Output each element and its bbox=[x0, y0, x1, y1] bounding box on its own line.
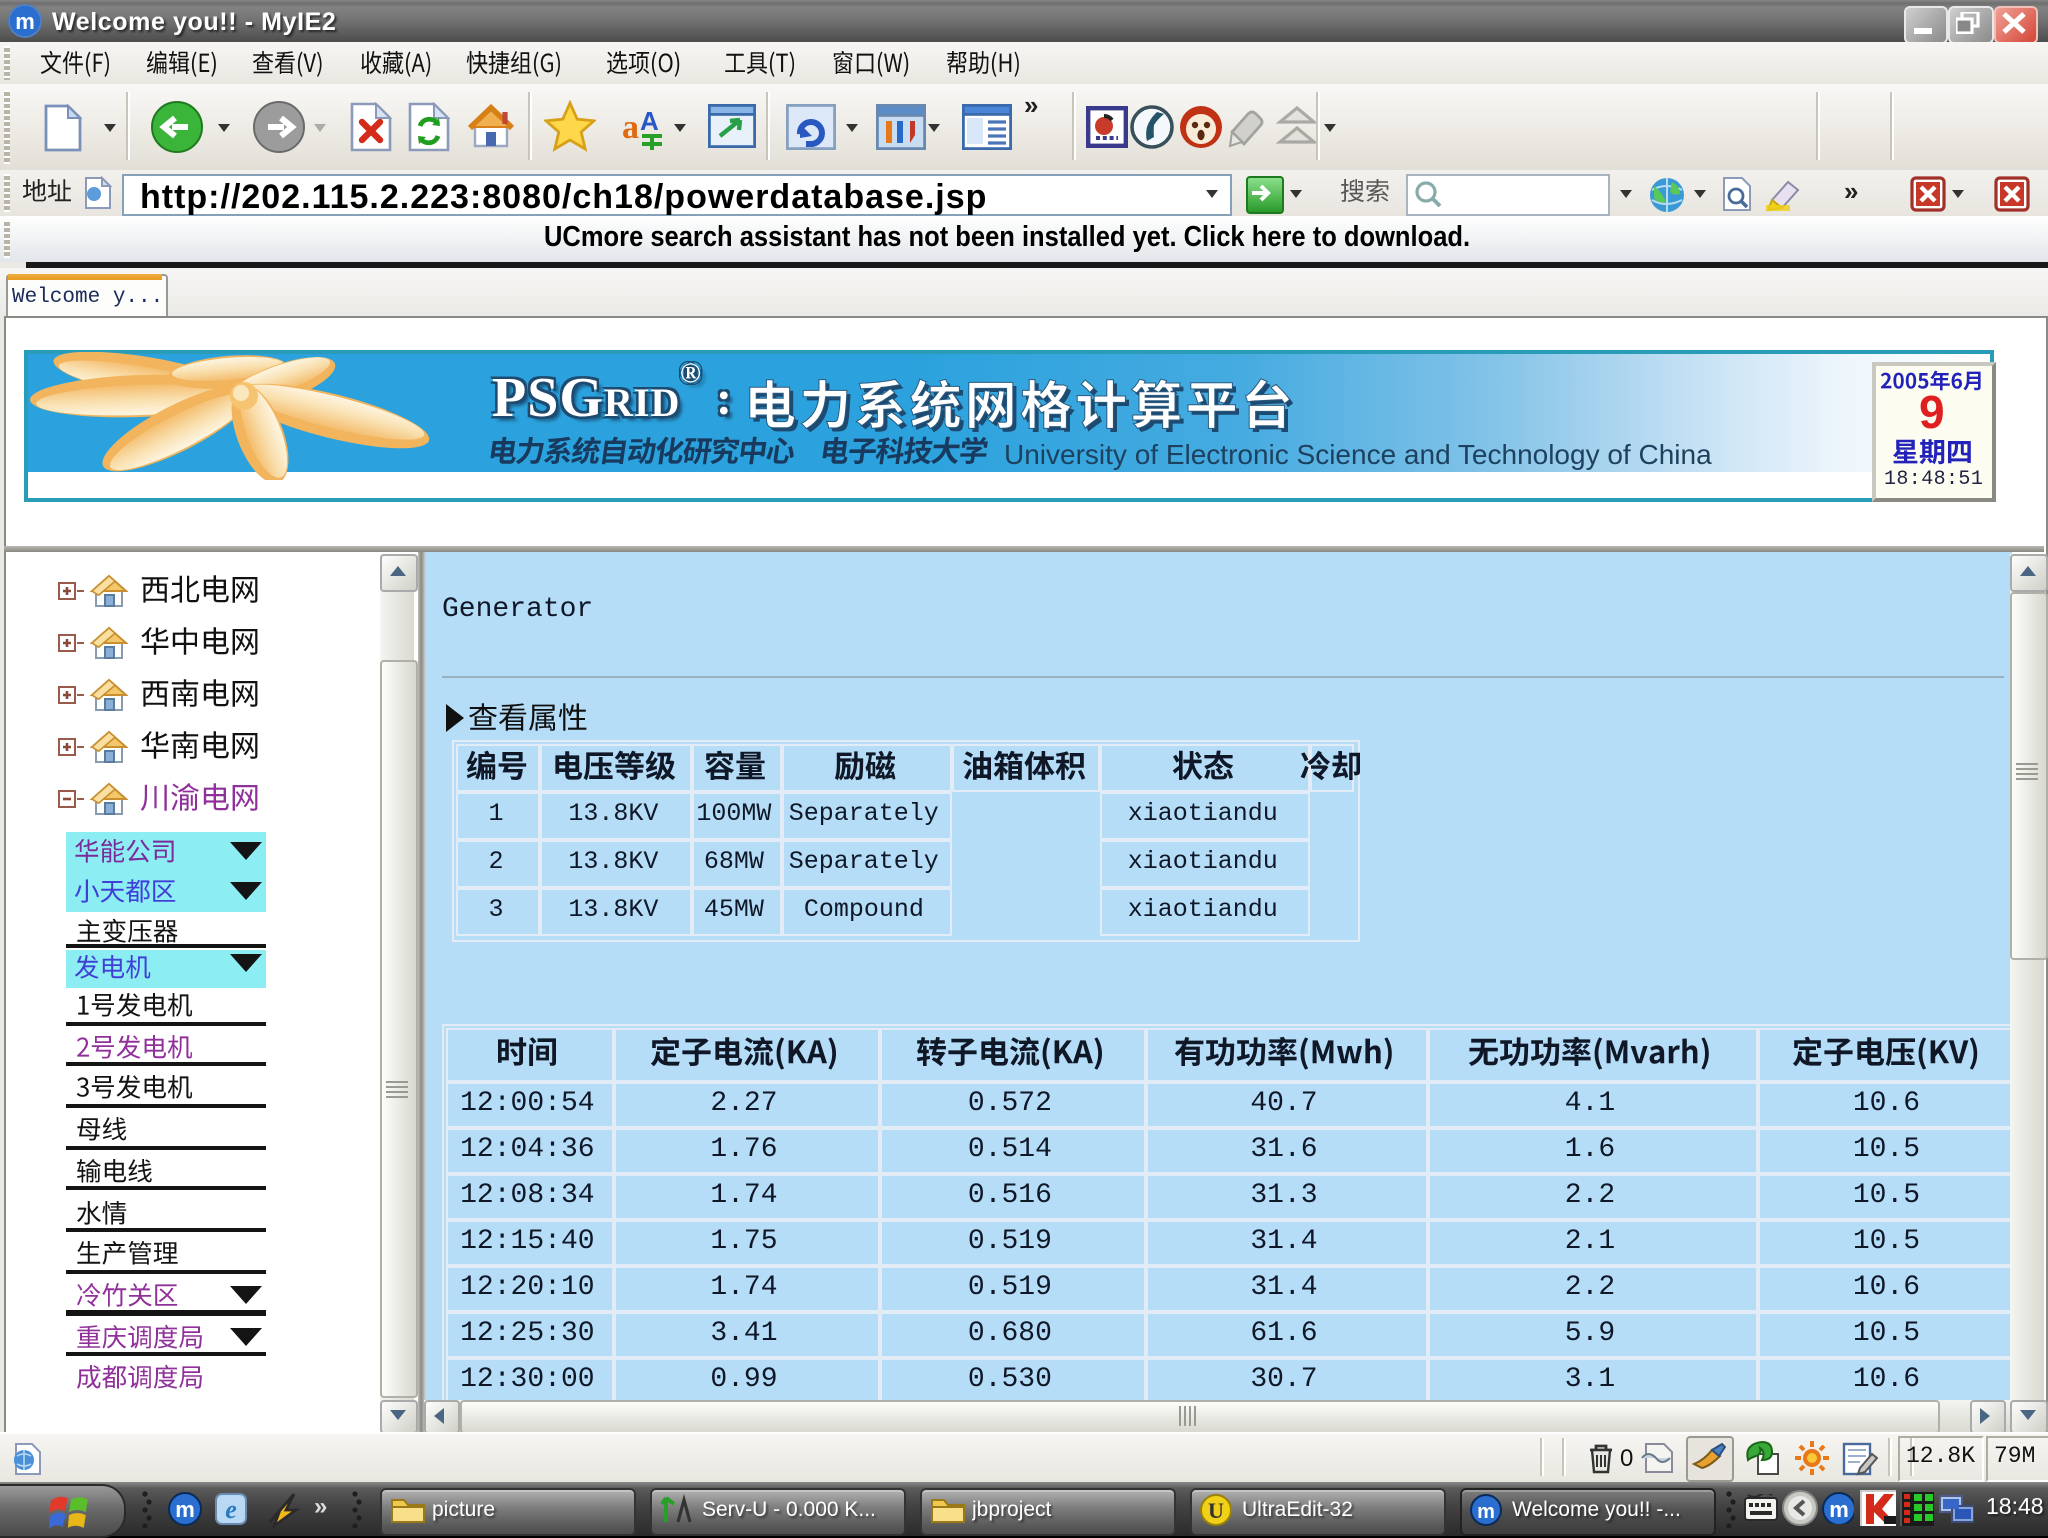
svg-text:e: e bbox=[225, 1495, 237, 1524]
svg-text:U: U bbox=[1208, 1497, 1224, 1522]
svg-text:m: m bbox=[1477, 1500, 1495, 1522]
svg-text:m: m bbox=[1829, 1497, 1849, 1522]
svg-text:a: a bbox=[622, 109, 639, 146]
svg-text:m: m bbox=[175, 1497, 195, 1522]
svg-text:A: A bbox=[640, 106, 659, 136]
svg-text:m: m bbox=[15, 9, 35, 34]
